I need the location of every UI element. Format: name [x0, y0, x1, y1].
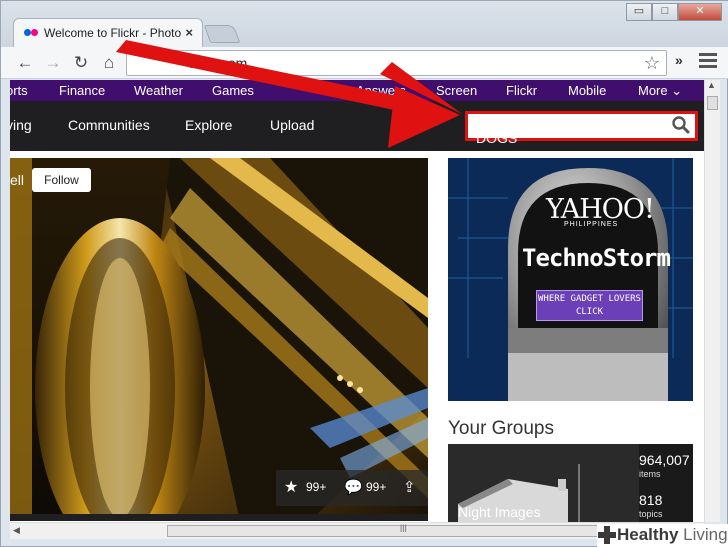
tab-title: Welcome to Flickr - Photo [44, 26, 182, 40]
yahoo-nav-answers[interactable]: Answers [356, 83, 406, 98]
group-items-label: items [639, 469, 661, 479]
follow-button[interactable]: Follow [32, 168, 91, 192]
advertisement[interactable]: YAHOO! PHILIPPINES TechnoStorm WHERE GAD… [448, 158, 693, 401]
yahoo-nav-more[interactable]: More ⌄ [638, 83, 682, 99]
minimize-button[interactable]: ▭ [626, 3, 652, 21]
photo-strip [10, 514, 428, 521]
watermark-text: Healthy Living [617, 525, 728, 545]
your-groups-heading: Your Groups [448, 418, 554, 439]
maximize-button[interactable]: □ [652, 3, 678, 21]
home-icon[interactable]: ⌂ [99, 53, 119, 73]
forward-arrow-icon[interactable]: → [43, 53, 63, 73]
photographer-name[interactable]: ell [10, 172, 24, 188]
ad-cta-button[interactable]: WHERE GADGET LOVERS CLICK [536, 290, 643, 321]
scroll-up-arrow-icon[interactable]: ▲ [707, 80, 716, 90]
ad-campaign-title: TechnoStorm [522, 244, 671, 272]
tab-bar: Welcome to Flickr - Photo × ▭ □ ✕ [1, 1, 728, 48]
escalator-photo [10, 158, 428, 521]
favorite-star-icon[interactable]: ★ [284, 477, 298, 497]
yahoo-nav-sports[interactable]: orts [10, 83, 28, 98]
vertical-scroll-thumb[interactable] [707, 96, 718, 110]
photo-stats-bar: ★ 99+ 💬 99+ ⇪ [276, 470, 428, 506]
flickr-nav-bar: ving Communities Explore Upload DOGS [10, 101, 704, 151]
group-topics-count: 818 [639, 492, 663, 508]
search-value: DOGS [476, 130, 518, 146]
healthy-living-logo-icon [598, 526, 616, 544]
yahoo-nav-flickr[interactable]: Flickr [506, 83, 537, 98]
browser-tab[interactable]: Welcome to Flickr - Photo × [13, 18, 203, 48]
yahoo-nav-bar: orts Finance Weather Games Answers Scree… [10, 80, 704, 101]
address-bar[interactable]: flickr.com ☆ [126, 50, 667, 76]
search-input[interactable]: DOGS [465, 111, 698, 146]
page-viewport: orts Finance Weather Games Answers Scree… [10, 80, 704, 522]
scroll-left-arrow-icon[interactable]: ◀ [13, 525, 20, 536]
comments-count: 99+ [366, 480, 387, 494]
browser-toolbar: ← → ↻ ⌂ flickr.com ☆ » [1, 47, 728, 79]
group-stats: 964,007 items 818 topics [639, 444, 693, 522]
back-arrow-icon[interactable]: ← [15, 53, 35, 73]
group-name[interactable]: Night Images [458, 504, 540, 520]
new-tab-button[interactable] [203, 25, 241, 43]
yahoo-nav-games[interactable]: Games [212, 83, 254, 98]
watermark-brand-suffix: Living [683, 525, 728, 544]
url-text: flickr.com [189, 55, 248, 71]
tab-close-icon[interactable]: × [185, 25, 193, 40]
flickr-nav-you[interactable]: ving [10, 117, 32, 133]
featured-photo[interactable]: ell Follow ★ 99+ 💬 99+ ⇪ [10, 158, 428, 521]
maximize-icon: □ [661, 5, 669, 17]
search-icon[interactable] [671, 115, 691, 135]
browser-menu-icon[interactable] [699, 53, 717, 71]
yahoo-nav-weather[interactable]: Weather [134, 83, 183, 98]
flickr-nav-communities[interactable]: Communities [68, 117, 150, 133]
healthy-living-watermark: Healthy Living [597, 524, 728, 547]
horizontal-scroll-thumb[interactable]: lll [167, 524, 633, 537]
yahoo-nav-mobile[interactable]: Mobile [568, 83, 606, 98]
yahoo-nav-screen[interactable]: Screen [436, 83, 477, 98]
flickr-nav-explore[interactable]: Explore [185, 117, 232, 133]
flickr-nav-upload[interactable]: Upload [270, 117, 314, 133]
bookmark-star-icon[interactable]: ☆ [644, 53, 660, 74]
close-window-button[interactable]: ✕ [678, 3, 722, 21]
scroll-grip: lll [400, 524, 407, 535]
group-card[interactable]: 964,007 items 818 topics Night Images [448, 444, 693, 522]
favorites-count: 99+ [306, 480, 327, 494]
watermark-brand: Healthy [617, 525, 679, 544]
yahoo-nav-finance[interactable]: Finance [59, 83, 105, 98]
reload-icon[interactable]: ↻ [71, 53, 91, 73]
share-icon[interactable]: ⇪ [403, 478, 416, 496]
group-items-count: 964,007 [639, 452, 690, 468]
browser-window: Welcome to Flickr - Photo × ▭ □ ✕ ← → ↻ … [0, 0, 728, 547]
extensions-chevron-icon[interactable]: » [675, 52, 683, 68]
vertical-scrollbar[interactable]: ▲ [704, 80, 720, 522]
ad-country: PHILIPPINES [564, 221, 619, 228]
group-topics-label: topics [639, 509, 663, 519]
close-icon: ✕ [695, 5, 705, 17]
comment-icon[interactable]: 💬 [344, 478, 363, 496]
minimize-icon: ▭ [633, 5, 645, 17]
flickr-favicon-icon [24, 29, 38, 37]
